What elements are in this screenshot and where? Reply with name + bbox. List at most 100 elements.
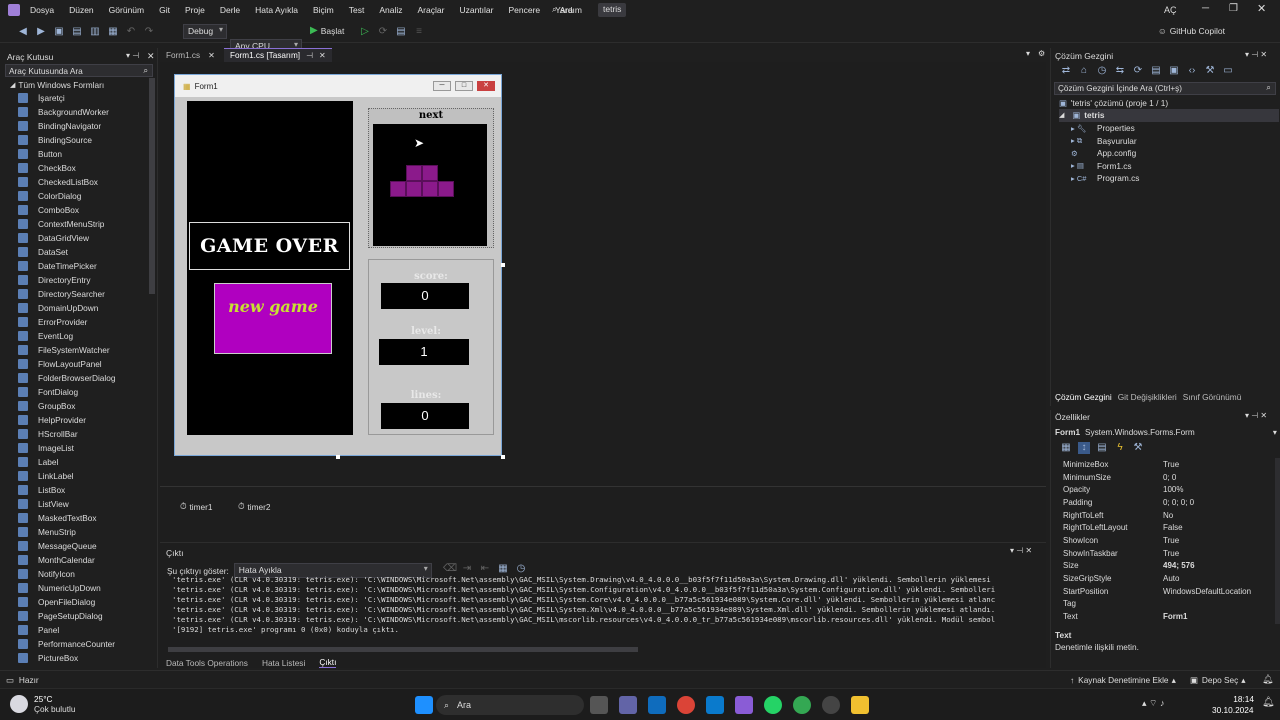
repo-select-button[interactable]: ▣ Depo Seç ▴	[1190, 675, 1245, 685]
weather-widget[interactable]: 25°C Çok bulutlu	[10, 694, 76, 714]
preview-icon[interactable]: ▭	[1222, 65, 1234, 77]
timer1-component[interactable]: ⏱ timer1	[180, 501, 213, 512]
menu-item[interactable]: Derle	[220, 5, 240, 15]
toolbox-item[interactable]: DirectoryEntry	[0, 273, 148, 287]
tab-error-list[interactable]: Hata Listesi	[262, 658, 305, 668]
wrench-icon[interactable]: ⚒	[1204, 65, 1216, 77]
toolbox-item[interactable]: BindingNavigator	[0, 119, 148, 133]
toolbox-item[interactable]: EventLog	[0, 329, 148, 343]
toolbox-item[interactable]: DomainUpDown	[0, 301, 148, 315]
property-row[interactable]: RightToLeft No	[1051, 509, 1273, 522]
property-row[interactable]: ShowIcon True	[1051, 534, 1273, 547]
redo-icon[interactable]: ↷	[143, 26, 155, 38]
solution-panel-controls[interactable]: ▾ ⊣ ✕	[1245, 50, 1267, 59]
properties-icon[interactable]: ▤	[1096, 442, 1108, 454]
start-menu-icon[interactable]	[414, 696, 433, 714]
tab-output[interactable]: Çıktı	[319, 657, 337, 668]
tab-class-view[interactable]: Sınıf Görünümü	[1183, 392, 1242, 402]
tab-form1-cs[interactable]: Form1.cs ✕	[160, 48, 221, 62]
source-control-button[interactable]: ↑ Kaynak Denetimine Ekle ▴	[1070, 675, 1176, 685]
object-selector[interactable]: Form1 System.Windows.Forms.Form ▾	[1055, 426, 1277, 438]
back-icon[interactable]: ◀	[17, 26, 29, 38]
close-icon[interactable]: ✕	[1257, 2, 1266, 15]
form-minimize-icon[interactable]: ─	[433, 81, 451, 91]
toolbox-item[interactable]: NotifyIcon	[0, 567, 148, 581]
chrome-profile-icon[interactable]	[792, 696, 811, 714]
form1-window[interactable]: ▦ Form1 ─ □ ✕ GAME OVER new game next ➤ …	[174, 74, 502, 456]
property-row[interactable]: StartPosition WindowsDefaultLocation	[1051, 585, 1273, 598]
menu-item[interactable]: Dosya	[30, 5, 54, 15]
config-select[interactable]: Debug	[183, 24, 227, 39]
notification-icon[interactable]: 🔔︎	[1262, 674, 1273, 685]
toolbox-item[interactable]: MaskedTextBox	[0, 511, 148, 525]
align-icon[interactable]: ≡	[413, 26, 425, 38]
solution-item[interactable]: ▸ ⧉ Başvurular	[1071, 135, 1139, 148]
resize-handle[interactable]	[501, 455, 505, 459]
menu-item[interactable]: Görünüm	[109, 5, 144, 15]
home-icon[interactable]: ⌂	[1078, 65, 1090, 77]
form-maximize-icon[interactable]: □	[455, 81, 473, 91]
timer2-component[interactable]: ⏱ timer2	[238, 501, 271, 512]
toolbox-item[interactable]: GroupBox	[0, 399, 148, 413]
menu-item[interactable]: Pencere	[508, 5, 540, 15]
menu-item[interactable]: Proje	[185, 5, 205, 15]
pin-icon[interactable]: ▾ ⊣	[126, 51, 139, 60]
tab-solution-explorer[interactable]: Çözüm Gezgini	[1055, 392, 1112, 402]
toolbox-item[interactable]: ListBox	[0, 483, 148, 497]
toolbox-item[interactable]: DateTimePicker	[0, 259, 148, 273]
toolbox-item[interactable]: MonthCalendar	[0, 553, 148, 567]
toolbox-group[interactable]: ◢ Tüm Windows Formları	[10, 80, 104, 90]
menu-item[interactable]: Düzen	[69, 5, 94, 15]
close-tab-icon[interactable]: ✕	[319, 51, 326, 60]
property-scrollbar[interactable]	[1275, 458, 1280, 624]
visual-studio-icon[interactable]	[734, 696, 753, 714]
code-icon[interactable]: ‹›	[1186, 65, 1198, 77]
toolbox-item[interactable]: ListView	[0, 497, 148, 511]
toolbox-item[interactable]: LinkLabel	[0, 469, 148, 483]
pin-tab-icon[interactable]: ⊣	[306, 51, 313, 60]
toolbox-item[interactable]: BindingSource	[0, 133, 148, 147]
toolbox-item[interactable]: HScrollBar	[0, 427, 148, 441]
property-row[interactable]: Size 494; 576	[1051, 560, 1273, 573]
toolbox-item[interactable]: FontDialog	[0, 385, 148, 399]
new-game-button[interactable]: new game	[214, 283, 332, 354]
toolbox-item[interactable]: DirectorySearcher	[0, 287, 148, 301]
tab-git-changes[interactable]: Git Değişiklikleri	[1118, 392, 1177, 402]
history-icon[interactable]: ◷	[1096, 65, 1108, 77]
toolbox-item[interactable]: Button	[0, 147, 148, 161]
solution-item[interactable]: ▸ 🔧︎ Properties	[1071, 122, 1139, 135]
property-row[interactable]: Tag	[1051, 598, 1273, 611]
toolbox-item[interactable]: ComboBox	[0, 203, 148, 217]
clock-time[interactable]: 18:14	[1228, 694, 1254, 704]
menu-item[interactable]: Araçlar	[418, 5, 445, 15]
toolbox-item[interactable]: HelpProvider	[0, 413, 148, 427]
property-row[interactable]: Opacity 100%	[1051, 483, 1273, 496]
tab-list-icon[interactable]: ▾	[1026, 49, 1030, 58]
forward-icon[interactable]: ▶	[35, 26, 47, 38]
output-hscroll[interactable]	[168, 647, 638, 652]
system-tray-icons[interactable]: ▴ ⌔ ♪	[1142, 698, 1164, 709]
close-panel-icon[interactable]: ✕	[147, 51, 155, 62]
toolbox-item[interactable]: Label	[0, 455, 148, 469]
app-icon[interactable]	[821, 696, 840, 714]
toolbox-item[interactable]: OpenFileDialog	[0, 595, 148, 609]
menu-item[interactable]: Hata Ayıkla	[255, 5, 298, 15]
toolbox-item[interactable]: Panel	[0, 623, 148, 637]
menu-item[interactable]: Test	[349, 5, 365, 15]
new-project-icon[interactable]: ▣	[53, 26, 65, 38]
user-initials[interactable]: AÇ	[1164, 5, 1177, 15]
property-row[interactable]: MinimumSize 0; 0	[1051, 471, 1273, 484]
start-button[interactable]: ▶ Başlat	[310, 25, 344, 36]
toolbox-item[interactable]: DataGridView	[0, 231, 148, 245]
minimize-icon[interactable]: ─	[1202, 3, 1209, 14]
clear-output-icon[interactable]: ⌫	[443, 563, 457, 575]
events-icon[interactable]: ϟ	[1114, 442, 1126, 454]
solution-search-input[interactable]: Çözüm Gezgini İçinde Ara (Ctrl+ş) ⌕	[1054, 82, 1276, 95]
toolbox-item[interactable]: MenuStrip	[0, 525, 148, 539]
clock-date[interactable]: 30.10.2024	[1212, 705, 1254, 715]
vs-logo-icon[interactable]	[8, 4, 20, 16]
vscode-icon[interactable]	[705, 696, 724, 714]
task-view-icon[interactable]	[589, 696, 608, 714]
property-row[interactable]: RightToLeftLayout False	[1051, 521, 1273, 534]
word-wrap-icon[interactable]: ▦	[497, 563, 509, 575]
